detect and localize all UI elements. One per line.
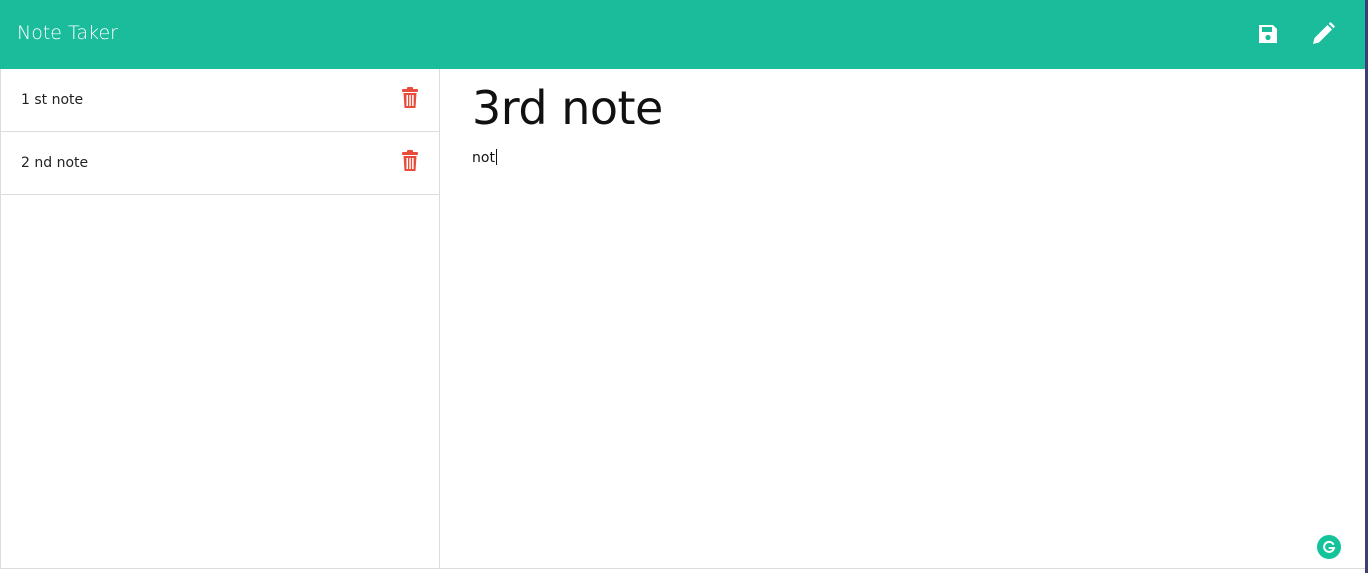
note-body-text: not — [472, 150, 495, 166]
note-body-textarea[interactable]: not — [472, 149, 497, 166]
pencil-icon — [1313, 22, 1335, 44]
navbar: Note Taker — [0, 0, 1365, 69]
note-title: 2 nd note — [21, 155, 89, 171]
text-caret — [495, 149, 497, 165]
note-editor: 3rd note not — [440, 69, 1365, 569]
list-item[interactable]: 2 nd note — [1, 132, 439, 195]
app-window: Note Taker 1 st note 2 nd note 3rd note … — [0, 0, 1368, 573]
note-list: 1 st note 2 nd note — [0, 69, 440, 569]
note-title: 1 st note — [21, 92, 84, 108]
note-title-input[interactable]: 3rd note — [472, 81, 663, 135]
brand-link[interactable]: Note Taker — [17, 22, 118, 44]
trash-icon[interactable] — [401, 87, 419, 109]
trash-icon[interactable] — [401, 150, 419, 172]
grammarly-button[interactable] — [1317, 535, 1341, 559]
save-icon — [1259, 25, 1277, 43]
save-button[interactable] — [1254, 20, 1282, 48]
grammarly-icon — [1323, 540, 1336, 553]
list-item[interactable]: 1 st note — [1, 69, 439, 132]
new-note-button[interactable] — [1309, 20, 1337, 48]
